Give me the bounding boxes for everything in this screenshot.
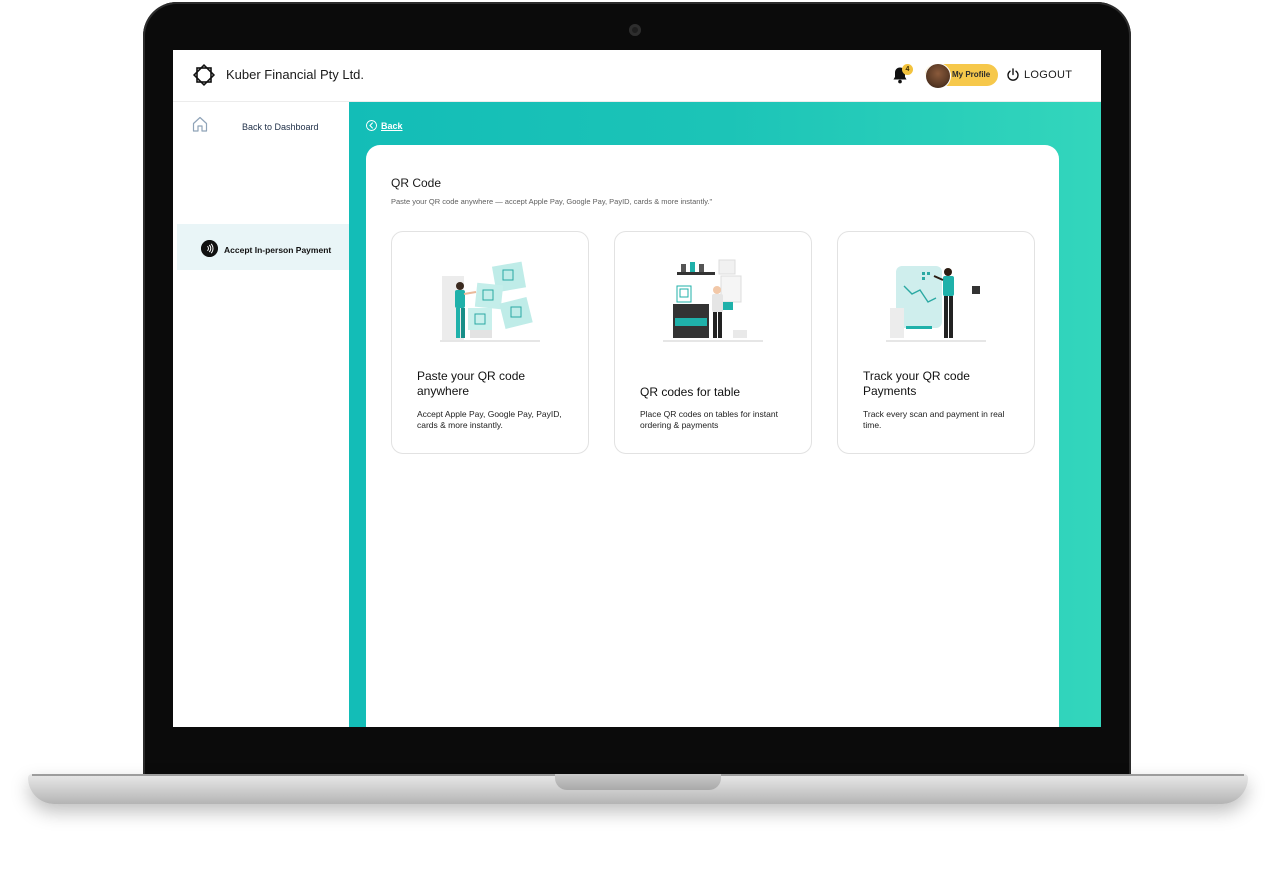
option-description: Track every scan and payment in real tim… xyxy=(863,409,1005,430)
sidebar-item-label[interactable]: Accept In-person Payment xyxy=(224,245,331,255)
power-icon[interactable] xyxy=(1006,68,1020,82)
brand-name: Kuber Financial Pty Ltd. xyxy=(226,67,365,82)
option-card-paste-qr[interactable]: Paste your QR code anywhere Accept Apple… xyxy=(391,231,589,454)
option-title: QR codes for table xyxy=(640,385,741,399)
qr-code-card: QR Code Paste your QR code anywhere — ac… xyxy=(366,145,1059,727)
option-card-track-payments[interactable]: Track your QR code Payments Track every … xyxy=(837,231,1035,454)
back-to-dashboard-link[interactable]: Back to Dashboard xyxy=(242,122,319,132)
shop-counter-qr-illustration xyxy=(663,259,763,342)
back-label[interactable]: Back xyxy=(381,121,403,131)
brand-logo-icon xyxy=(192,63,216,87)
person-with-qr-codes-illustration xyxy=(440,261,540,342)
base-notch xyxy=(555,774,721,790)
notification-badge: 4 xyxy=(902,64,913,75)
page-title: QR Code xyxy=(391,176,442,190)
option-description: Place QR codes on tables for instant ord… xyxy=(640,409,778,430)
option-card-table-qr[interactable]: QR codes for table Place QR codes on tab… xyxy=(614,231,812,454)
profile-label[interactable]: My Profile xyxy=(952,70,990,79)
option-title: Paste your QR code anywhere xyxy=(417,369,526,398)
home-icon[interactable] xyxy=(191,115,209,133)
main-content: Back QR Code Paste your QR code anywhere… xyxy=(349,102,1101,727)
option-title: Track your QR code Payments xyxy=(863,369,970,398)
nfc-icon xyxy=(201,240,218,257)
page-subtitle: Paste your QR code anywhere — accept App… xyxy=(391,197,713,206)
avatar[interactable] xyxy=(925,63,951,89)
person-with-chart-illustration xyxy=(886,266,986,342)
option-description: Accept Apple Pay, Google Pay, PayID, car… xyxy=(417,409,562,430)
back-arrow-icon[interactable] xyxy=(366,120,377,131)
top-bar: Kuber Financial Pty Ltd. 4 My Profile LO… xyxy=(173,50,1101,102)
camera-icon xyxy=(629,24,641,36)
logout-button[interactable]: LOGOUT xyxy=(1024,69,1072,81)
sidebar: Back to Dashboard Accept In-person Payme… xyxy=(173,102,349,727)
screen: Kuber Financial Pty Ltd. 4 My Profile LO… xyxy=(173,50,1101,727)
